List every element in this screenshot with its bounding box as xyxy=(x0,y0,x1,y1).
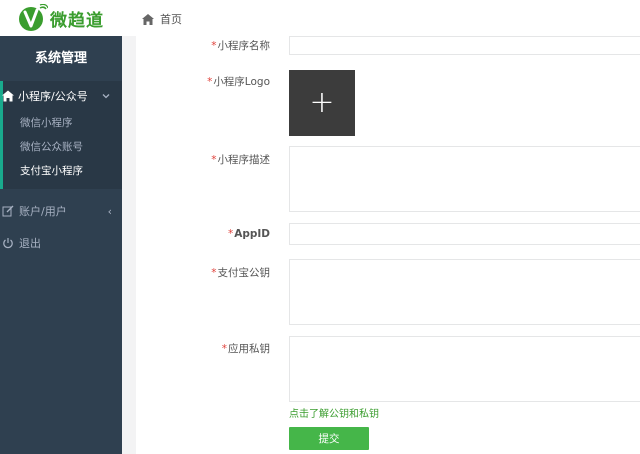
sidebar-item-miniprogram[interactable]: 小程序/公众号 xyxy=(2,81,122,111)
logo-icon xyxy=(19,4,48,31)
sidebar-subitem-wechat-official-account[interactable]: 微信公众账号 xyxy=(3,135,122,159)
home-icon xyxy=(2,90,14,102)
sidebar-item-label: 退出 xyxy=(19,237,41,250)
miniprogram-name-input[interactable] xyxy=(289,36,640,55)
home-icon xyxy=(142,13,154,25)
label-miniprogram-desc: *小程序描述 xyxy=(211,154,270,166)
breadcrumb: 首页 xyxy=(142,11,182,27)
sidebar-item-label: 账户/用户 xyxy=(19,205,67,218)
label-miniprogram-name: *小程序名称 xyxy=(211,40,270,52)
key-help-link[interactable]: 点击了解公钥和私钥 xyxy=(289,405,379,420)
brand-logo[interactable]: 微趋道 xyxy=(18,4,104,32)
sidebar-title: 系统管理 xyxy=(34,51,87,66)
brand-name: 微趋道 xyxy=(50,10,104,31)
alipay-public-key-textarea[interactable] xyxy=(289,259,640,325)
top-header: 微趋道 首页 xyxy=(0,0,640,36)
chevron-left-icon: ‹ xyxy=(107,204,112,218)
miniprogram-desc-textarea[interactable] xyxy=(289,146,640,212)
breadcrumb-home-link[interactable]: 首页 xyxy=(160,11,182,27)
sidebar-subitem-alipay-miniprogram[interactable]: 支付宝小程序 xyxy=(3,159,122,183)
label-app-private-key: *应用私钥 xyxy=(221,343,270,355)
sidebar-item-logout[interactable]: 退出 xyxy=(0,227,122,259)
edit-icon xyxy=(2,205,14,217)
label-appid: *AppID xyxy=(227,228,270,240)
power-icon xyxy=(3,238,13,249)
app-private-key-textarea[interactable] xyxy=(289,336,640,402)
label-miniprogram-logo: *小程序Logo xyxy=(207,76,270,88)
sidebar: 系统管理 小程序/公众号 微信小程序 微信公众账号 支付宝小程序 账户/用户 ‹… xyxy=(0,36,122,454)
form-panel: *小程序名称 *小程序Logo + *小程序描述 *AppID *支付宝公钥 *… xyxy=(136,36,640,454)
chevron-down-icon xyxy=(102,94,110,99)
logo-upload-button[interactable]: + xyxy=(289,70,355,136)
plus-icon: + xyxy=(309,85,335,120)
sidebar-subitem-wechat-miniprogram[interactable]: 微信小程序 xyxy=(3,111,122,135)
main-content: *小程序名称 *小程序Logo + *小程序描述 *AppID *支付宝公钥 *… xyxy=(122,36,640,454)
sidebar-group-miniprogram: 小程序/公众号 微信小程序 微信公众账号 支付宝小程序 xyxy=(0,81,122,189)
sidebar-item-accounts[interactable]: 账户/用户 ‹ xyxy=(0,195,122,227)
label-alipay-public-key: *支付宝公钥 xyxy=(211,267,270,279)
appid-input[interactable] xyxy=(289,223,640,245)
sidebar-item-label: 小程序/公众号 xyxy=(18,90,88,103)
submit-button[interactable]: 提交 xyxy=(289,427,369,450)
